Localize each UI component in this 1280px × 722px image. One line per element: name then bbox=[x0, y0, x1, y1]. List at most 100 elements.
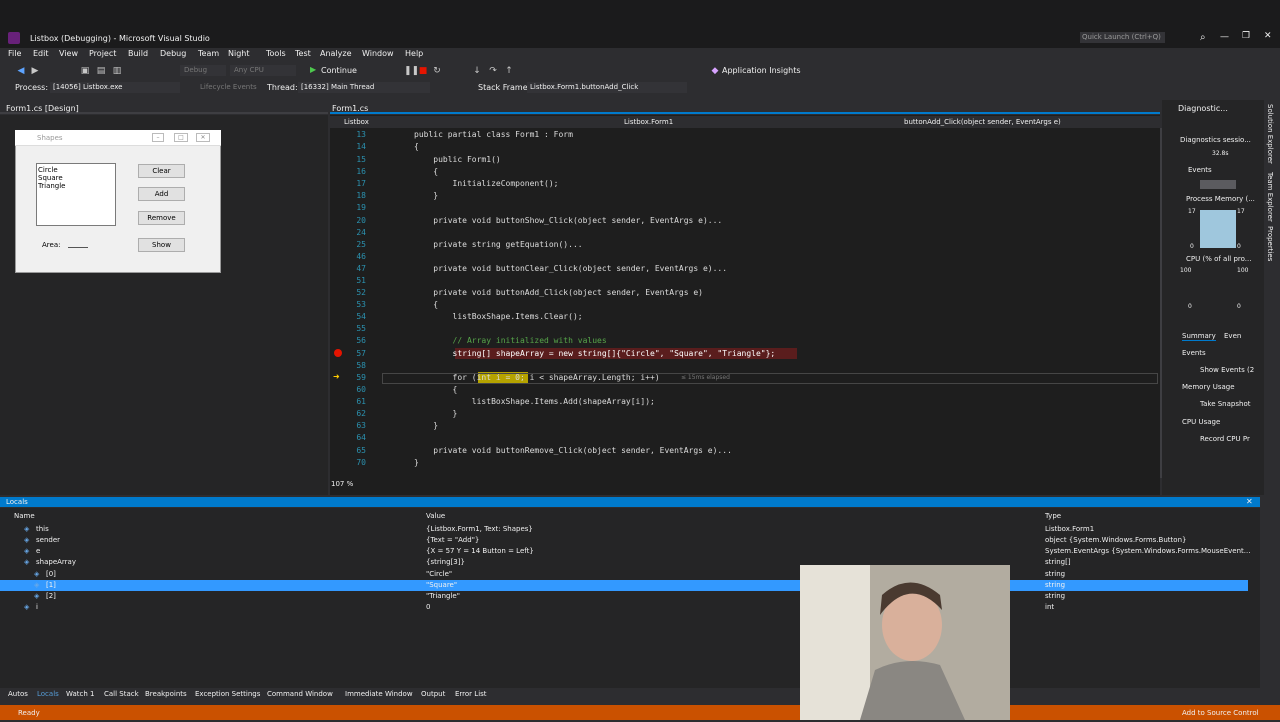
local-value[interactable]: 0 bbox=[426, 602, 430, 613]
process-select[interactable]: [14056] Listbox.exe bbox=[50, 82, 180, 93]
col-value[interactable]: Value bbox=[426, 512, 445, 520]
code-line[interactable]: public partial class Form1 : Form bbox=[414, 130, 573, 139]
listbox-item[interactable]: Triangle bbox=[38, 182, 66, 190]
locals-row[interactable]: ◈ this {Listbox.Form1, Text: Shapes} Listbo… bbox=[0, 524, 1248, 535]
menu-build[interactable]: Build bbox=[128, 49, 148, 58]
code-line[interactable]: private void buttonClear_Click(object se… bbox=[414, 264, 727, 273]
code-line[interactable]: listBoxShape.Items.Clear(); bbox=[414, 312, 583, 321]
tab-locals[interactable]: Locals bbox=[37, 690, 59, 698]
local-value[interactable]: {Listbox.Form1, Text: Shapes} bbox=[426, 524, 533, 535]
source-control-button[interactable]: Add to Source Control bbox=[1182, 709, 1259, 717]
tab-form-code[interactable]: Form1.cs bbox=[332, 104, 368, 113]
locals-row[interactable]: ◈ sender {Text = "Add"} object {System.Wind… bbox=[0, 535, 1248, 546]
open-icon[interactable]: ▤ bbox=[96, 66, 106, 76]
step-over-icon[interactable]: ↷ bbox=[488, 66, 498, 76]
remove-button[interactable]: Remove bbox=[138, 211, 185, 225]
tab-autos[interactable]: Autos bbox=[8, 690, 28, 698]
listbox-item[interactable]: Circle bbox=[38, 166, 58, 174]
local-value[interactable]: {X = 57 Y = 14 Button = Left} bbox=[426, 546, 534, 557]
code-line[interactable]: } bbox=[414, 191, 438, 200]
app-insights-icon[interactable]: ◆ bbox=[710, 66, 720, 76]
menu-file[interactable]: File bbox=[8, 49, 21, 58]
code-line[interactable]: listBoxShape.Items.Add(shapeArray[i]); bbox=[414, 397, 655, 406]
tab-command-window[interactable]: Command Window bbox=[267, 690, 333, 698]
local-value[interactable]: "Square" bbox=[426, 580, 457, 591]
menu-project[interactable]: Project bbox=[89, 49, 116, 58]
menu-team[interactable]: Team bbox=[198, 49, 219, 58]
code-line[interactable]: { bbox=[414, 167, 438, 176]
stop-icon[interactable]: ■ bbox=[418, 66, 428, 76]
locals-close-icon[interactable]: ✕ bbox=[1246, 497, 1253, 506]
locals-row[interactable]: ◈ shapeArray {string[3]} string[] bbox=[0, 557, 1248, 568]
continue-icon[interactable]: ▶ bbox=[310, 65, 316, 74]
team-explorer-tab[interactable]: Team Explorer bbox=[1266, 172, 1274, 222]
code-line[interactable]: private void buttonRemove_Click(object s… bbox=[414, 446, 732, 455]
forward-icon[interactable]: ▶ bbox=[30, 66, 40, 76]
menu-debug[interactable]: Debug bbox=[160, 49, 186, 58]
maximize-icon[interactable]: ❐ bbox=[1242, 31, 1250, 41]
tab-exception-settings[interactable]: Exception Settings bbox=[195, 690, 260, 698]
tab-form-design[interactable]: Form1.cs [Design] bbox=[6, 104, 79, 113]
local-value[interactable]: "Triangle" bbox=[426, 591, 460, 602]
menu-help[interactable]: Help bbox=[405, 49, 423, 58]
local-value[interactable]: {string[3]} bbox=[426, 557, 465, 568]
code-line[interactable]: string[] shapeArray = new string[]{"Circ… bbox=[414, 349, 776, 358]
step-out-icon[interactable]: ↑ bbox=[504, 66, 514, 76]
menu-test[interactable]: Test bbox=[295, 49, 311, 58]
back-icon[interactable]: ◀ bbox=[16, 66, 26, 76]
tab-summary[interactable]: Summary bbox=[1182, 332, 1216, 341]
step-into-icon[interactable]: ↓ bbox=[472, 66, 482, 76]
new-project-icon[interactable]: ▣ bbox=[80, 66, 90, 76]
thread-select[interactable]: [16332] Main Thread bbox=[298, 82, 430, 93]
tab-output[interactable]: Output bbox=[421, 690, 445, 698]
app-insights-button[interactable]: Application Insights bbox=[722, 66, 801, 75]
menu-view[interactable]: View bbox=[59, 49, 78, 58]
menu-window[interactable]: Window bbox=[362, 49, 394, 58]
code-line[interactable]: // Array initialized with values bbox=[414, 336, 607, 345]
debug-config-select[interactable]: Debug bbox=[180, 65, 226, 76]
code-line[interactable]: private void buttonShow_Click(object sen… bbox=[414, 216, 722, 225]
project-nav[interactable]: Listbox bbox=[344, 118, 369, 126]
close-icon[interactable]: ✕ bbox=[1264, 31, 1272, 41]
local-value[interactable]: {Text = "Add"} bbox=[426, 535, 479, 546]
code-line[interactable]: { bbox=[414, 300, 438, 309]
code-line[interactable]: } bbox=[414, 458, 419, 467]
menu-analyze[interactable]: Analyze bbox=[320, 49, 352, 58]
menu-night[interactable]: Night bbox=[228, 49, 250, 58]
stack-frame-select[interactable]: Listbox.Form1.buttonAdd_Click bbox=[527, 82, 687, 93]
code-line[interactable]: } bbox=[414, 409, 458, 418]
col-name[interactable]: Name bbox=[14, 512, 35, 520]
listbox-item[interactable]: Square bbox=[38, 174, 63, 182]
clear-button[interactable]: Clear bbox=[138, 164, 185, 178]
zoom-level[interactable]: 107 % bbox=[331, 480, 353, 488]
properties-tab[interactable]: Properties bbox=[1266, 226, 1274, 261]
member-nav[interactable]: buttonAdd_Click(object sender, EventArgs… bbox=[904, 118, 1061, 126]
menu-tools[interactable]: Tools bbox=[266, 49, 286, 58]
platform-select[interactable]: Any CPU bbox=[230, 65, 296, 76]
code-line[interactable]: { bbox=[414, 385, 458, 394]
code-line[interactable]: private string getEquation()... bbox=[414, 240, 582, 249]
break-all-icon[interactable]: ❚❚ bbox=[404, 66, 419, 76]
code-line[interactable]: for (int i = 0; i < shapeArray.Length; i… bbox=[414, 373, 660, 382]
code-line[interactable]: InitializeComponent(); bbox=[414, 179, 559, 188]
locals-row[interactable]: ◈ i 0 int bbox=[0, 602, 1248, 613]
tab-events[interactable]: Even bbox=[1224, 332, 1241, 340]
show-button[interactable]: Show bbox=[138, 238, 185, 252]
local-value[interactable]: "Circle" bbox=[426, 569, 452, 580]
tab-watch-1[interactable]: Watch 1 bbox=[66, 690, 94, 698]
menu-edit[interactable]: Edit bbox=[33, 49, 49, 58]
add-button[interactable]: Add bbox=[138, 187, 185, 201]
tab-immediate-window[interactable]: Immediate Window bbox=[345, 690, 413, 698]
code-line[interactable]: private void buttonAdd_Click(object send… bbox=[414, 288, 703, 297]
record-cpu-button[interactable]: Record CPU Pr bbox=[1200, 435, 1250, 443]
lifecycle-events[interactable]: Lifecycle Events bbox=[200, 83, 257, 91]
locals-row[interactable]: ◈ e {X = 57 Y = 14 Button = Left} System.Ev… bbox=[0, 546, 1250, 557]
locals-row[interactable]: ◈ [0] "Circle" string bbox=[0, 569, 1248, 580]
show-events-link[interactable]: Show Events (2 bbox=[1200, 366, 1254, 374]
tab-call-stack[interactable]: Call Stack bbox=[104, 690, 139, 698]
restart-icon[interactable]: ↻ bbox=[432, 66, 442, 76]
col-type[interactable]: Type bbox=[1045, 512, 1061, 520]
take-snapshot-button[interactable]: Take Snapshot bbox=[1200, 400, 1250, 408]
tab-breakpoints[interactable]: Breakpoints bbox=[145, 690, 187, 698]
continue-button[interactable]: Continue bbox=[321, 66, 357, 75]
